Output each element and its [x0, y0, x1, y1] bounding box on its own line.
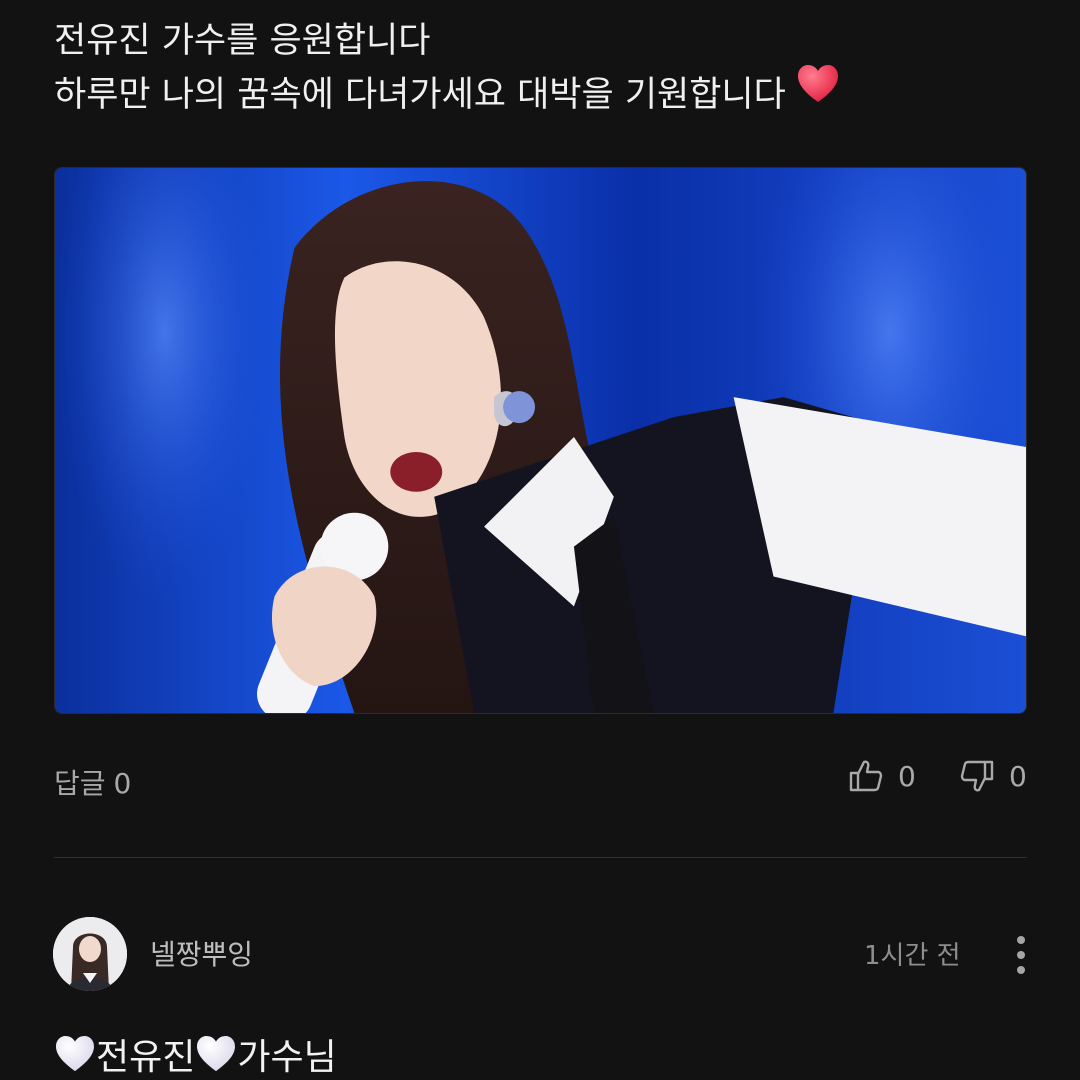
divider — [54, 857, 1027, 858]
post-image[interactable] — [54, 167, 1027, 714]
comment-timestamp: 1시간 전 — [864, 941, 961, 971]
comment-text: 전유진 가수님 — [54, 1028, 337, 1080]
like-button[interactable]: 0 — [848, 758, 916, 794]
like-count: 0 — [898, 759, 916, 793]
dislike-button[interactable]: 0 — [959, 758, 1027, 794]
post-line-2-text: 하루만 나의 꿈속에 다녀가세요 대박을 기원합니다 — [54, 75, 786, 115]
dislike-count: 0 — [1009, 759, 1027, 793]
comment-username[interactable]: 넬짱뿌잉 — [150, 933, 253, 973]
reply-button[interactable]: 답글 0 — [54, 762, 131, 802]
reply-count: 0 — [113, 767, 132, 800]
thumbs-down-icon — [960, 760, 994, 792]
post-actions: 답글 0 0 0 — [54, 756, 1027, 804]
more-vertical-icon[interactable] — [1006, 932, 1036, 978]
post-body: 전유진 가수를 응원합니다 하루만 나의 꿈속에 다녀가세요 대박을 기원합니다 — [54, 14, 1044, 124]
reply-label: 답글 — [54, 767, 106, 800]
post-line-2: 하루만 나의 꿈속에 다녀가세요 대박을 기원합니다 — [54, 65, 1044, 124]
white-heart-emoji-icon — [56, 1035, 94, 1072]
comment-part-2: 가수님 — [237, 1037, 337, 1078]
avatar[interactable] — [53, 917, 127, 991]
heart-emoji-icon — [796, 64, 840, 120]
white-heart-emoji-icon — [197, 1035, 236, 1072]
comment-part-1: 전유진 — [96, 1037, 196, 1078]
thumbs-up-icon — [849, 760, 883, 792]
post-line-1: 전유진 가수를 응원합니다 — [54, 21, 431, 61]
